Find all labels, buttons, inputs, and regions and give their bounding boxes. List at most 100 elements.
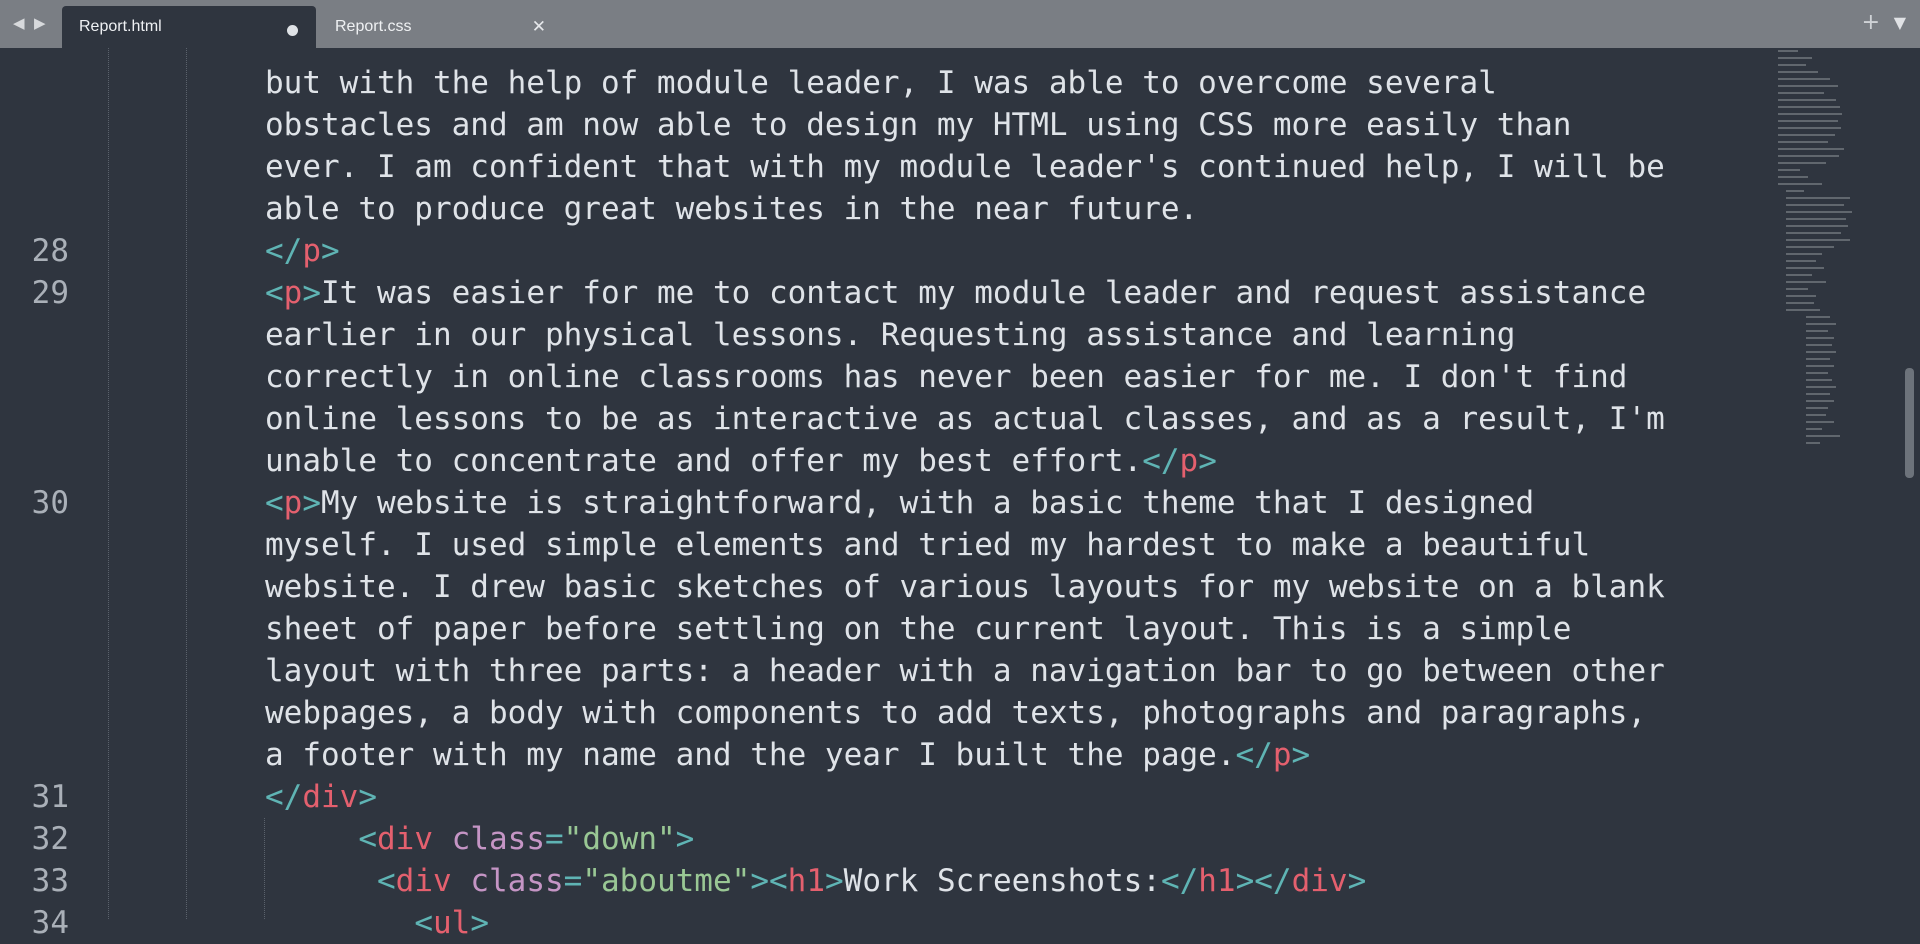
paragraph-text: webpages, a body with components to add … bbox=[265, 695, 1647, 731]
code-content: <p>It was easier for me to contact my mo… bbox=[265, 272, 1646, 314]
minimap-line bbox=[1786, 260, 1816, 262]
code-content: sheet of paper before settling on the cu… bbox=[265, 608, 1571, 650]
paragraph-text: unable to concentrate and offer my best … bbox=[265, 443, 1143, 479]
code-line[interactable]: webpages, a body with components to add … bbox=[0, 692, 1770, 734]
code-content: obstacles and am now able to design my H… bbox=[265, 104, 1571, 146]
code-editor[interactable]: but with the help of module leader, I wa… bbox=[0, 48, 1920, 941]
code-content: but with the help of module leader, I wa… bbox=[265, 62, 1497, 104]
minimap-line bbox=[1778, 162, 1826, 164]
minimap-line bbox=[1778, 155, 1839, 157]
minimap-line bbox=[1786, 197, 1850, 199]
scrollbar-thumb[interactable] bbox=[1905, 368, 1914, 478]
code-line[interactable]: 31 </div> bbox=[0, 776, 1770, 818]
tag-bracket: </ bbox=[1254, 863, 1292, 899]
paragraph-text: correctly in online classrooms has never… bbox=[265, 359, 1628, 395]
minimap-line bbox=[1806, 365, 1834, 367]
minimap-line bbox=[1786, 253, 1822, 255]
code-content: myself. I used simple elements and tried… bbox=[265, 524, 1590, 566]
tag-bracket: < bbox=[358, 821, 377, 857]
code-line[interactable]: sheet of paper before settling on the cu… bbox=[0, 608, 1770, 650]
minimap-line bbox=[1786, 246, 1834, 248]
chevron-down-icon[interactable]: ▼ bbox=[1894, 13, 1906, 32]
minimap[interactable] bbox=[1776, 48, 1906, 488]
code-line[interactable]: 30 <p>My website is straightforward, with… bbox=[0, 482, 1770, 524]
code-line[interactable]: obstacles and am now able to design my H… bbox=[0, 104, 1770, 146]
paragraph-text: It was easier for me to contact my modul… bbox=[321, 275, 1647, 311]
minimap-line bbox=[1806, 316, 1830, 318]
code-line[interactable]: online lessons to be as interactive as a… bbox=[0, 398, 1770, 440]
minimap-line bbox=[1786, 281, 1826, 283]
code-line[interactable]: correctly in online classrooms has never… bbox=[0, 356, 1770, 398]
line-number: 29 bbox=[31, 275, 69, 311]
minimap-line bbox=[1778, 120, 1838, 122]
code-line[interactable]: 32 <div class="down"> bbox=[0, 818, 1770, 860]
attribute-name: class bbox=[451, 821, 545, 857]
tag-bracket: </ bbox=[265, 779, 303, 815]
minimap-line bbox=[1786, 190, 1804, 192]
tag-name: ul bbox=[432, 905, 471, 941]
tag-name: div bbox=[395, 863, 452, 899]
tab-report-css[interactable]: Report.css ✕ bbox=[318, 6, 564, 48]
chevron-right-icon[interactable]: ▶ bbox=[34, 14, 46, 32]
tag-name: div bbox=[1291, 863, 1348, 899]
paragraph-text: website. I drew basic sketches of variou… bbox=[265, 569, 1665, 605]
tag-name: p bbox=[302, 233, 321, 269]
minimap-line bbox=[1806, 414, 1826, 416]
code-line[interactable]: earlier in our physical lessons. Request… bbox=[0, 314, 1770, 356]
unsaved-dot-icon[interactable] bbox=[287, 25, 298, 36]
line-number: 30 bbox=[31, 485, 69, 521]
tag-name: h1 bbox=[787, 863, 825, 899]
tag-bracket: > bbox=[321, 233, 340, 269]
minimap-line bbox=[1778, 106, 1840, 108]
minimap-line bbox=[1806, 442, 1820, 444]
minimap-line bbox=[1806, 358, 1830, 360]
minimap-line bbox=[1778, 78, 1830, 80]
minimap-line bbox=[1806, 323, 1836, 325]
tag-bracket: < bbox=[414, 905, 433, 941]
minimap-line bbox=[1778, 113, 1842, 115]
code-content: website. I drew basic sketches of variou… bbox=[265, 566, 1665, 608]
code-line[interactable]: but with the help of module leader, I wa… bbox=[0, 62, 1770, 104]
tab-label: Report.html bbox=[79, 18, 162, 35]
close-icon[interactable]: ✕ bbox=[532, 6, 546, 48]
minimap-line bbox=[1778, 71, 1818, 73]
minimap-line bbox=[1778, 134, 1835, 136]
code-line[interactable]: 29 <p>It was easier for me to contact my … bbox=[0, 272, 1770, 314]
paragraph-text: a footer with my name and the year I bui… bbox=[265, 737, 1236, 773]
attribute-value: "down" bbox=[563, 821, 676, 857]
minimap-line bbox=[1786, 204, 1844, 206]
minimap-line bbox=[1786, 225, 1848, 227]
code-content: ever. I am confident that with my module… bbox=[265, 146, 1665, 188]
minimap-line bbox=[1806, 337, 1834, 339]
minimap-line bbox=[1786, 295, 1816, 297]
chevron-left-icon[interactable]: ◀ bbox=[13, 14, 25, 32]
code-line[interactable]: able to produce great websites in the ne… bbox=[0, 188, 1770, 230]
code-line[interactable]: 33 <div class="aboutme"><h1>Work Screens… bbox=[0, 860, 1770, 902]
code-line[interactable]: website. I drew basic sketches of variou… bbox=[0, 566, 1770, 608]
code-line[interactable]: 34 <ul> bbox=[0, 902, 1770, 944]
minimap-line bbox=[1806, 428, 1822, 430]
line-number: 28 bbox=[31, 233, 69, 269]
code-line[interactable]: a footer with my name and the year I bui… bbox=[0, 734, 1770, 776]
tab-report-html[interactable]: Report.html bbox=[62, 6, 316, 48]
tag-bracket: > bbox=[358, 779, 377, 815]
code-line[interactable]: myself. I used simple elements and tried… bbox=[0, 524, 1770, 566]
tag-bracket: < bbox=[265, 275, 284, 311]
minimap-line bbox=[1778, 183, 1822, 185]
line-number: 33 bbox=[31, 863, 69, 899]
code-line[interactable]: 28 </p> bbox=[0, 230, 1770, 272]
code-line[interactable]: unable to concentrate and offer my best … bbox=[0, 440, 1770, 482]
tag-bracket: > bbox=[1291, 737, 1311, 773]
paragraph-text: ever. I am confident that with my module… bbox=[265, 149, 1665, 185]
code-line[interactable]: layout with three parts: a header with a… bbox=[0, 650, 1770, 692]
minimap-line bbox=[1806, 421, 1834, 423]
plus-icon[interactable]: + bbox=[1862, 10, 1880, 36]
tag-name: p bbox=[283, 485, 303, 521]
minimap-line bbox=[1786, 218, 1846, 220]
code-line[interactable]: ever. I am confident that with my module… bbox=[0, 146, 1770, 188]
tag-bracket: > bbox=[470, 905, 489, 941]
minimap-line bbox=[1806, 435, 1840, 437]
